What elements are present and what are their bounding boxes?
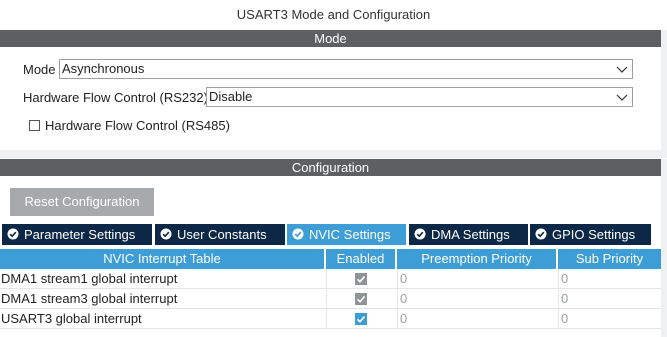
window-title: USART3 Mode and Configuration bbox=[236, 7, 431, 22]
chevron-down-icon bbox=[616, 66, 628, 73]
enabled-checkbox-cell bbox=[326, 309, 397, 329]
tab-label: NVIC Settings bbox=[309, 227, 391, 242]
flow-control-rs232-select[interactable]: Disable bbox=[206, 87, 633, 107]
table-row-name: DMA1 stream1 global interrupt bbox=[0, 269, 326, 289]
flow-control-rs232-value: Disable bbox=[209, 89, 253, 104]
mode-select-value: Asynchronous bbox=[62, 61, 145, 76]
sub-priority-cell: 0 bbox=[558, 289, 661, 309]
column-header-preemption-priority[interactable]: Preemption Priority bbox=[397, 249, 556, 269]
flow-control-rs232-label: Hardware Flow Control (RS232) bbox=[23, 90, 208, 105]
preemption-priority-cell: 0 bbox=[397, 289, 558, 309]
tab-label: User Constants bbox=[177, 227, 267, 242]
tab-nvic-settings[interactable]: NVIC Settings bbox=[287, 224, 406, 245]
enabled-checkbox bbox=[355, 293, 367, 305]
sub-priority-cell[interactable]: 0 bbox=[558, 309, 661, 329]
check-circle-icon bbox=[535, 228, 547, 240]
checkmark-icon bbox=[356, 315, 366, 323]
configuration-section-header: Configuration bbox=[0, 159, 661, 176]
tab-label: Parameter Settings bbox=[24, 227, 136, 242]
sub-priority-cell: 0 bbox=[558, 269, 661, 289]
mode-select[interactable]: Asynchronous bbox=[59, 59, 633, 79]
tab-dma-settings[interactable]: DMA Settings bbox=[409, 224, 528, 245]
mode-section-header: Mode bbox=[0, 30, 661, 47]
check-circle-icon bbox=[414, 228, 426, 240]
mode-label: Mode bbox=[23, 62, 56, 77]
tab-label: GPIO Settings bbox=[552, 227, 636, 242]
checkmark-icon bbox=[356, 275, 366, 283]
column-header-interrupt[interactable]: NVIC Interrupt Table bbox=[0, 249, 324, 269]
tab-user-constants[interactable]: User Constants bbox=[155, 224, 285, 245]
checkmark-icon bbox=[356, 295, 366, 303]
preemption-priority-cell: 0 bbox=[397, 269, 558, 289]
reset-configuration-button[interactable]: Reset Configuration bbox=[10, 188, 154, 216]
column-header-sub-priority[interactable]: Sub Priority bbox=[558, 249, 661, 269]
enabled-checkbox bbox=[355, 273, 367, 285]
flow-control-rs485-label: Hardware Flow Control (RS485) bbox=[45, 118, 230, 133]
preemption-priority-cell[interactable]: 0 bbox=[397, 309, 558, 329]
tab-label: DMA Settings bbox=[431, 227, 510, 242]
check-circle-icon bbox=[292, 228, 304, 240]
check-circle-icon bbox=[7, 228, 19, 240]
table-row-name: DMA1 stream3 global interrupt bbox=[0, 289, 326, 309]
scroll-gutter bbox=[661, 159, 667, 337]
check-circle-icon bbox=[160, 228, 172, 240]
enabled-checkbox-cell bbox=[326, 289, 397, 309]
tab-parameter-settings[interactable]: Parameter Settings bbox=[2, 224, 152, 245]
enabled-checkbox[interactable] bbox=[355, 313, 367, 325]
table-row-name: USART3 global interrupt bbox=[0, 309, 326, 329]
flow-control-rs485-checkbox[interactable] bbox=[29, 120, 40, 131]
section-divider bbox=[0, 150, 667, 158]
enabled-checkbox-cell bbox=[326, 269, 397, 289]
chevron-down-icon bbox=[616, 94, 628, 101]
scroll-gutter bbox=[661, 30, 667, 150]
column-header-enabled[interactable]: Enabled bbox=[326, 249, 395, 269]
tab-gpio-settings[interactable]: GPIO Settings bbox=[530, 224, 651, 245]
